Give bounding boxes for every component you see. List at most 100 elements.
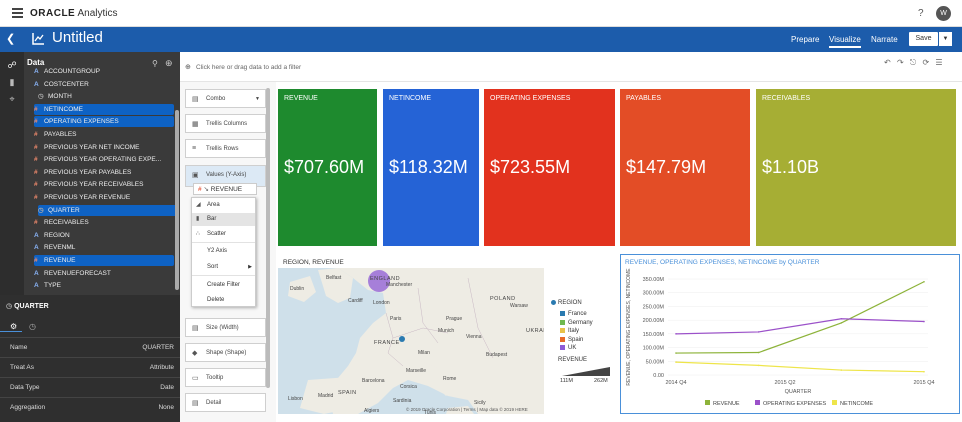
map-label-madrid: Madrid — [318, 393, 334, 399]
refresh-icon[interactable]: ⟳ — [922, 58, 929, 67]
tab-visualize[interactable]: Visualize — [829, 35, 861, 48]
drop-target-trellis-rows[interactable]: ≡ Trellis Rows — [185, 139, 266, 158]
legend-item-uk[interactable]: UK — [560, 345, 576, 351]
drop-target-label: Tooltip — [206, 375, 224, 381]
legend-item-italy[interactable]: Italy — [560, 328, 579, 334]
data-point — [840, 317, 843, 320]
property-value[interactable]: Attribute — [150, 364, 174, 371]
data-element-payables[interactable]: # PAYABLES — [34, 129, 174, 140]
data-element-previous-year-payables[interactable]: # PREVIOUS YEAR PAYABLES — [34, 167, 174, 178]
menu-item-bar[interactable]: ▮ Bar — [192, 213, 255, 226]
property-value[interactable]: Date — [160, 384, 174, 391]
data-point — [675, 333, 677, 335]
menu-divider — [192, 242, 255, 243]
menu-item-sort[interactable]: Sort ▶ — [192, 261, 255, 274]
measure-icon: # — [34, 219, 38, 227]
series-line-operating-expenses — [675, 318, 925, 335]
data-element-revenue[interactable]: # REVENUE — [34, 255, 174, 266]
kpi-tile-operating-expenses[interactable]: OPERATING EXPENSES $723.55M — [484, 89, 615, 246]
save-button[interactable]: Save — [909, 32, 938, 46]
drop-target-icon: ▦ — [192, 121, 199, 128]
data-element-receivables[interactable]: # RECEIVABLES — [34, 217, 174, 228]
data-element-quarter[interactable]: ◷ QUARTER — [38, 204, 178, 216]
back-icon[interactable]: ❮ — [6, 32, 18, 46]
legend-swatch — [560, 345, 565, 351]
kpi-tile-payables[interactable]: PAYABLES $147.79M — [620, 89, 750, 246]
data-element-previous-year-receivables[interactable]: # PREVIOUS YEAR RECEIVABLES — [34, 179, 174, 190]
drop-target-label: Detail — [206, 400, 222, 406]
data-element-region[interactable]: A REGION — [34, 230, 174, 241]
property-value[interactable]: None — [158, 404, 174, 411]
drop-target-label: Size (Width) — [206, 325, 239, 331]
line-chart[interactable]: 350.00M 300.00M 250.00M 200.00M 150.00M 100.0… — [620, 254, 960, 414]
data-element-month[interactable]: ◷ MONTH — [38, 91, 178, 102]
project-title[interactable]: Untitled — [52, 29, 103, 46]
undo-icon[interactable]: ↶ — [884, 58, 891, 67]
drop-target-tooltip[interactable]: ▭ Tooltip — [185, 368, 266, 387]
legend-item-france[interactable]: France — [560, 311, 587, 317]
data-element-accountgroup[interactable]: A ACCOUNTGROUP — [34, 66, 174, 77]
data-element-previous-year-revenue[interactable]: # PREVIOUS YEAR REVENUE — [34, 192, 174, 203]
legend-swatch — [560, 328, 565, 334]
attribute-icon: A — [34, 282, 39, 290]
kpi-tile-netincome[interactable]: NETINCOME $118.32M — [383, 89, 479, 246]
menu-item-create-filter[interactable]: Create Filter — [192, 279, 255, 292]
properties-active-tab-marker — [0, 331, 22, 332]
visualizations-icon[interactable]: ▮ — [6, 77, 18, 89]
share-icon[interactable]: ⎋ — [910, 58, 916, 67]
hamburger-menu-icon[interactable] — [12, 8, 23, 18]
analytics-icon[interactable]: ⌖ — [6, 94, 18, 106]
viz-type-select[interactable]: ▤ Combo ▼ — [185, 89, 266, 108]
properties-general-tab-icon[interactable]: ⚙ — [10, 322, 17, 331]
kpi-tile-receivables[interactable]: RECEIVABLES $1.10B — [756, 89, 956, 246]
property-row: Treat As Attribute — [0, 357, 180, 377]
kpi-value: $1.10B — [762, 157, 820, 177]
drop-target-shape-shape-[interactable]: ◆ Shape (Shape) — [185, 343, 266, 362]
data-element-netincome[interactable]: # NETINCOME — [34, 103, 174, 115]
data-element-type[interactable]: A TYPE — [34, 280, 174, 291]
menu-item-scatter[interactable]: ∴ Scatter — [192, 228, 255, 241]
data-element-revenueforecast[interactable]: A REVENUEFORECAST — [34, 268, 174, 279]
filter-placeholder[interactable]: Click here or drag data to add a filter — [196, 64, 301, 71]
menu-item-y2-axis[interactable]: Y2 Axis — [192, 245, 255, 258]
data-element-operating-expenses[interactable]: # OPERATING EXPENSES — [34, 116, 174, 128]
data-element-revenml[interactable]: A REVENML — [34, 242, 174, 253]
menu-icon[interactable]: ☰ — [935, 58, 942, 67]
legend-label: Italy — [568, 328, 580, 335]
map-label-algiers: Algiers — [364, 408, 380, 414]
legend-item-germany[interactable]: Germany — [560, 319, 593, 326]
map-label-milan: Milan — [418, 350, 430, 356]
legend-item-spain[interactable]: Spain — [560, 336, 583, 343]
help-icon[interactable]: ? — [918, 8, 924, 19]
kpi-tile-revenue[interactable]: REVENUE $707.60M — [278, 89, 377, 246]
data-element-previous-year-operating-expe-[interactable]: # PREVIOUS YEAR OPERATING EXPE... — [34, 154, 174, 165]
drop-target-icon: ▭ — [192, 375, 199, 382]
menu-item-delete[interactable]: Delete — [192, 294, 255, 307]
redo-icon[interactable]: ↷ — [897, 58, 904, 67]
data-panel-scrollbar[interactable] — [175, 110, 179, 290]
add-filter-icon[interactable]: ⊕ — [185, 63, 191, 71]
legend-title: REGION — [558, 300, 582, 306]
data-element-previous-year-net-income[interactable]: # PREVIOUS YEAR NET INCOME — [34, 142, 174, 153]
region-map[interactable]: Belfast Dublin ENGLAND Manchester Cardiff Lon… — [278, 268, 544, 414]
drop-target-trellis-columns[interactable]: ▦ Trellis Columns — [185, 114, 266, 133]
measure-icon: # — [198, 186, 202, 193]
tab-narrate[interactable]: Narrate — [871, 35, 898, 44]
attribute-icon: A — [34, 244, 39, 252]
menu-item-label: Y2 Axis — [207, 248, 228, 254]
drop-target-size-width-[interactable]: ▤ Size (Width) — [185, 318, 266, 337]
property-value[interactable]: QUARTER — [142, 344, 174, 351]
france-bubble[interactable] — [399, 336, 405, 342]
properties-time-tab-icon[interactable]: ◷ — [29, 322, 36, 331]
avatar[interactable]: W — [936, 6, 951, 21]
save-dropdown-icon[interactable]: ▼ — [939, 32, 952, 46]
menu-item-area[interactable]: ◢ Area — [192, 199, 255, 212]
data-element-costcenter[interactable]: A COSTCENTER — [34, 79, 174, 90]
data-icon[interactable]: ☍ — [6, 60, 18, 72]
property-name: Aggregation — [10, 404, 46, 411]
grammar-scrollbar[interactable] — [266, 88, 270, 388]
tab-prepare[interactable]: Prepare — [791, 35, 819, 44]
drop-target-detail[interactable]: ▤ Detail — [185, 393, 266, 412]
clock-icon: ◷ — [6, 303, 13, 310]
values-chip-revenue[interactable]: # ↘ REVENUE — [193, 183, 257, 195]
